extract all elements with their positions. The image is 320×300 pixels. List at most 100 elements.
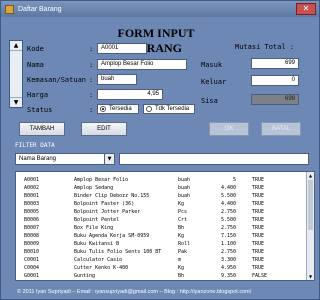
list-item[interactable]: B0009 Buku Kwitansi B Roll 1.100 TRUE xyxy=(16,241,306,248)
item-unit: Pcs xyxy=(178,209,188,215)
item-code: B0009 xyxy=(24,241,40,247)
item-name: Buku Agenda Kerja SM-0959 xyxy=(74,233,150,239)
scroll-up-icon[interactable]: ▲ xyxy=(307,172,314,179)
item-unit: Kg xyxy=(178,265,185,271)
list-item[interactable]: B0005 Bolpoint Jotter Parker Pcs 2.750 TRUE xyxy=(16,209,306,216)
kemasan-field[interactable]: buah xyxy=(97,74,137,85)
edit-button[interactable]: EDIT xyxy=(81,122,127,136)
item-code: B0003 xyxy=(24,201,40,207)
chevron-down-icon[interactable]: ▼ xyxy=(104,154,114,164)
kode-field[interactable]: A0001 xyxy=(97,43,147,54)
item-code: C0001 xyxy=(24,257,40,263)
window-title: Daftar Barang xyxy=(18,5,62,13)
item-code: G0001 xyxy=(24,273,40,279)
item-status: TRUE xyxy=(252,177,265,183)
item-unit: Bh xyxy=(178,273,185,279)
item-code: A0001 xyxy=(24,177,40,183)
keluar-field: 0 xyxy=(251,75,299,86)
item-price: 5 xyxy=(232,177,236,183)
scrollbar-thumb[interactable] xyxy=(308,180,313,230)
item-name: Binder Clip Debozz No.155 xyxy=(74,193,150,199)
list-item[interactable]: G0001 Gunting Bh 9.350 FALSE xyxy=(16,273,306,280)
title-bar[interactable]: Daftar Barang ✕ xyxy=(1,1,319,17)
item-price: 4.400 xyxy=(220,185,236,191)
item-status: TRUE xyxy=(252,257,265,263)
filter-field-value: Nama Barang xyxy=(19,156,57,162)
item-name: Box File King xyxy=(74,225,114,231)
item-price: 4.950 xyxy=(220,265,236,271)
record-navigator[interactable]: ▲ ▼ xyxy=(9,40,23,108)
item-unit: Roll xyxy=(178,241,191,247)
item-unit: Kg xyxy=(178,201,185,207)
input-form-panel: FORM INPUT BARANG ▲ ▼ Kode : A0001 Nama … xyxy=(5,20,315,142)
tambah-button[interactable]: TAMBAH xyxy=(19,122,65,136)
item-unit: Pak xyxy=(178,249,188,255)
item-name: Buku Kwitansi B xyxy=(74,241,120,247)
list-item[interactable]: B0007 Box File King Bh 2.750 TRUE xyxy=(16,225,306,232)
item-price: 2.750 xyxy=(220,209,236,215)
status-colon: : xyxy=(89,106,94,114)
masuk-field: 699 xyxy=(251,58,299,69)
kode-label: Kode xyxy=(27,45,44,53)
item-unit: Bh xyxy=(178,225,185,231)
filter-field-select[interactable]: Nama Barang ▼ xyxy=(15,153,115,165)
item-status: TRUE xyxy=(252,209,265,215)
list-scrollbar[interactable]: ▲ ▼ xyxy=(306,172,314,280)
mutasi-total-label: Mutasi Total : xyxy=(235,43,295,51)
item-status: TRUE xyxy=(252,249,265,255)
item-unit: Kg xyxy=(178,233,185,239)
list-item[interactable]: B0001 Binder Clip Debozz No.155 buah 5.500 T… xyxy=(16,193,306,200)
batal-button[interactable]: BATAL xyxy=(261,122,301,136)
chevron-down-icon[interactable]: ▼ xyxy=(10,97,22,107)
status-tersedia-radio[interactable]: Tersedia xyxy=(97,104,139,114)
chevron-up-icon[interactable]: ▲ xyxy=(10,41,22,51)
harga-field[interactable]: 4,95 xyxy=(97,89,163,100)
filter-panel: FILTER DATA Nama Barang ▼ ▲ ▼ A0001 Amplo… xyxy=(5,141,315,283)
list-item[interactable]: B0008 Buku Agenda Kerja SM-0959 Kg 7.150 TRU… xyxy=(16,233,306,240)
item-code: B0001 xyxy=(24,193,40,199)
list-item[interactable]: A0001 Amplop Besar Folio buah 5 TRUE xyxy=(16,177,306,184)
filter-search-input[interactable] xyxy=(119,153,309,165)
item-name: Bolpoint Jotter Parker xyxy=(74,209,141,215)
harga-label: Harga xyxy=(27,91,49,99)
item-price: 7.150 xyxy=(220,233,236,239)
status-tidak-tersedia-radio[interactable]: Tdk Tersedia xyxy=(143,104,195,114)
masuk-label: Masuk xyxy=(201,61,223,69)
item-price: 9.350 xyxy=(220,273,236,279)
nama-field[interactable]: Amplop Besar Folio xyxy=(97,59,187,70)
item-code: B0008 xyxy=(24,233,40,239)
list-item[interactable]: A0002 Amplop Sedang buah 4.400 TRUE xyxy=(16,185,306,192)
scroll-down-icon[interactable]: ▼ xyxy=(307,273,314,280)
item-unit: buah xyxy=(178,177,191,183)
item-name: Calculator Casio xyxy=(74,257,123,263)
item-price: 5.500 xyxy=(220,217,236,223)
item-price: 2.750 xyxy=(220,225,236,231)
close-button[interactable]: ✕ xyxy=(296,3,316,15)
list-item[interactable]: B0006 Bolpoint Pentel Crt 5.500 TRUE xyxy=(16,217,306,224)
kemasan-colon: : xyxy=(89,76,94,84)
list-item[interactable]: B0003 Bolpoint Faster (36) Kg 4.400 TRUE xyxy=(16,201,306,208)
item-status: TRUE xyxy=(252,225,265,231)
app-icon xyxy=(5,4,14,14)
item-status: TRUE xyxy=(252,265,265,271)
list-item[interactable]: B0010 Buku Tulis Folio Sents 100 BT Pak 2.7… xyxy=(16,249,306,256)
filter-data-label: FILTER DATA xyxy=(15,142,55,149)
keluar-label: Keluar xyxy=(201,78,227,86)
item-code: A0002 xyxy=(24,185,40,191)
radio-unselected-icon xyxy=(146,106,152,112)
item-status: TRUE xyxy=(252,217,265,223)
item-code: B0010 xyxy=(24,249,40,255)
item-name: Bolpoint Pentel xyxy=(74,217,120,223)
radio-selected-icon xyxy=(100,106,106,112)
list-item[interactable]: C0001 Calculator Casio m 3.300 TRUE xyxy=(16,257,306,264)
status-tidak-tersedia-label: Tdk Tersedia xyxy=(155,106,190,112)
item-price: 5.500 xyxy=(220,193,236,199)
item-price: 4.400 xyxy=(220,201,236,207)
item-price: 3.300 xyxy=(220,257,236,263)
item-list[interactable]: ▲ ▼ A0001 Amplop Besar Folio buah 5 TRUE A000… xyxy=(15,171,315,281)
item-unit: m xyxy=(178,257,182,263)
list-item[interactable]: C0004 Cutter Kenko K-400 Kg 4.950 TRUE xyxy=(16,265,306,272)
item-name: Cutter Kenko K-400 xyxy=(74,265,129,271)
ok-button[interactable]: OK xyxy=(209,122,249,136)
main-window: Daftar Barang ✕ FORM INPUT BARANG ▲ ▼ Ko… xyxy=(0,0,320,300)
